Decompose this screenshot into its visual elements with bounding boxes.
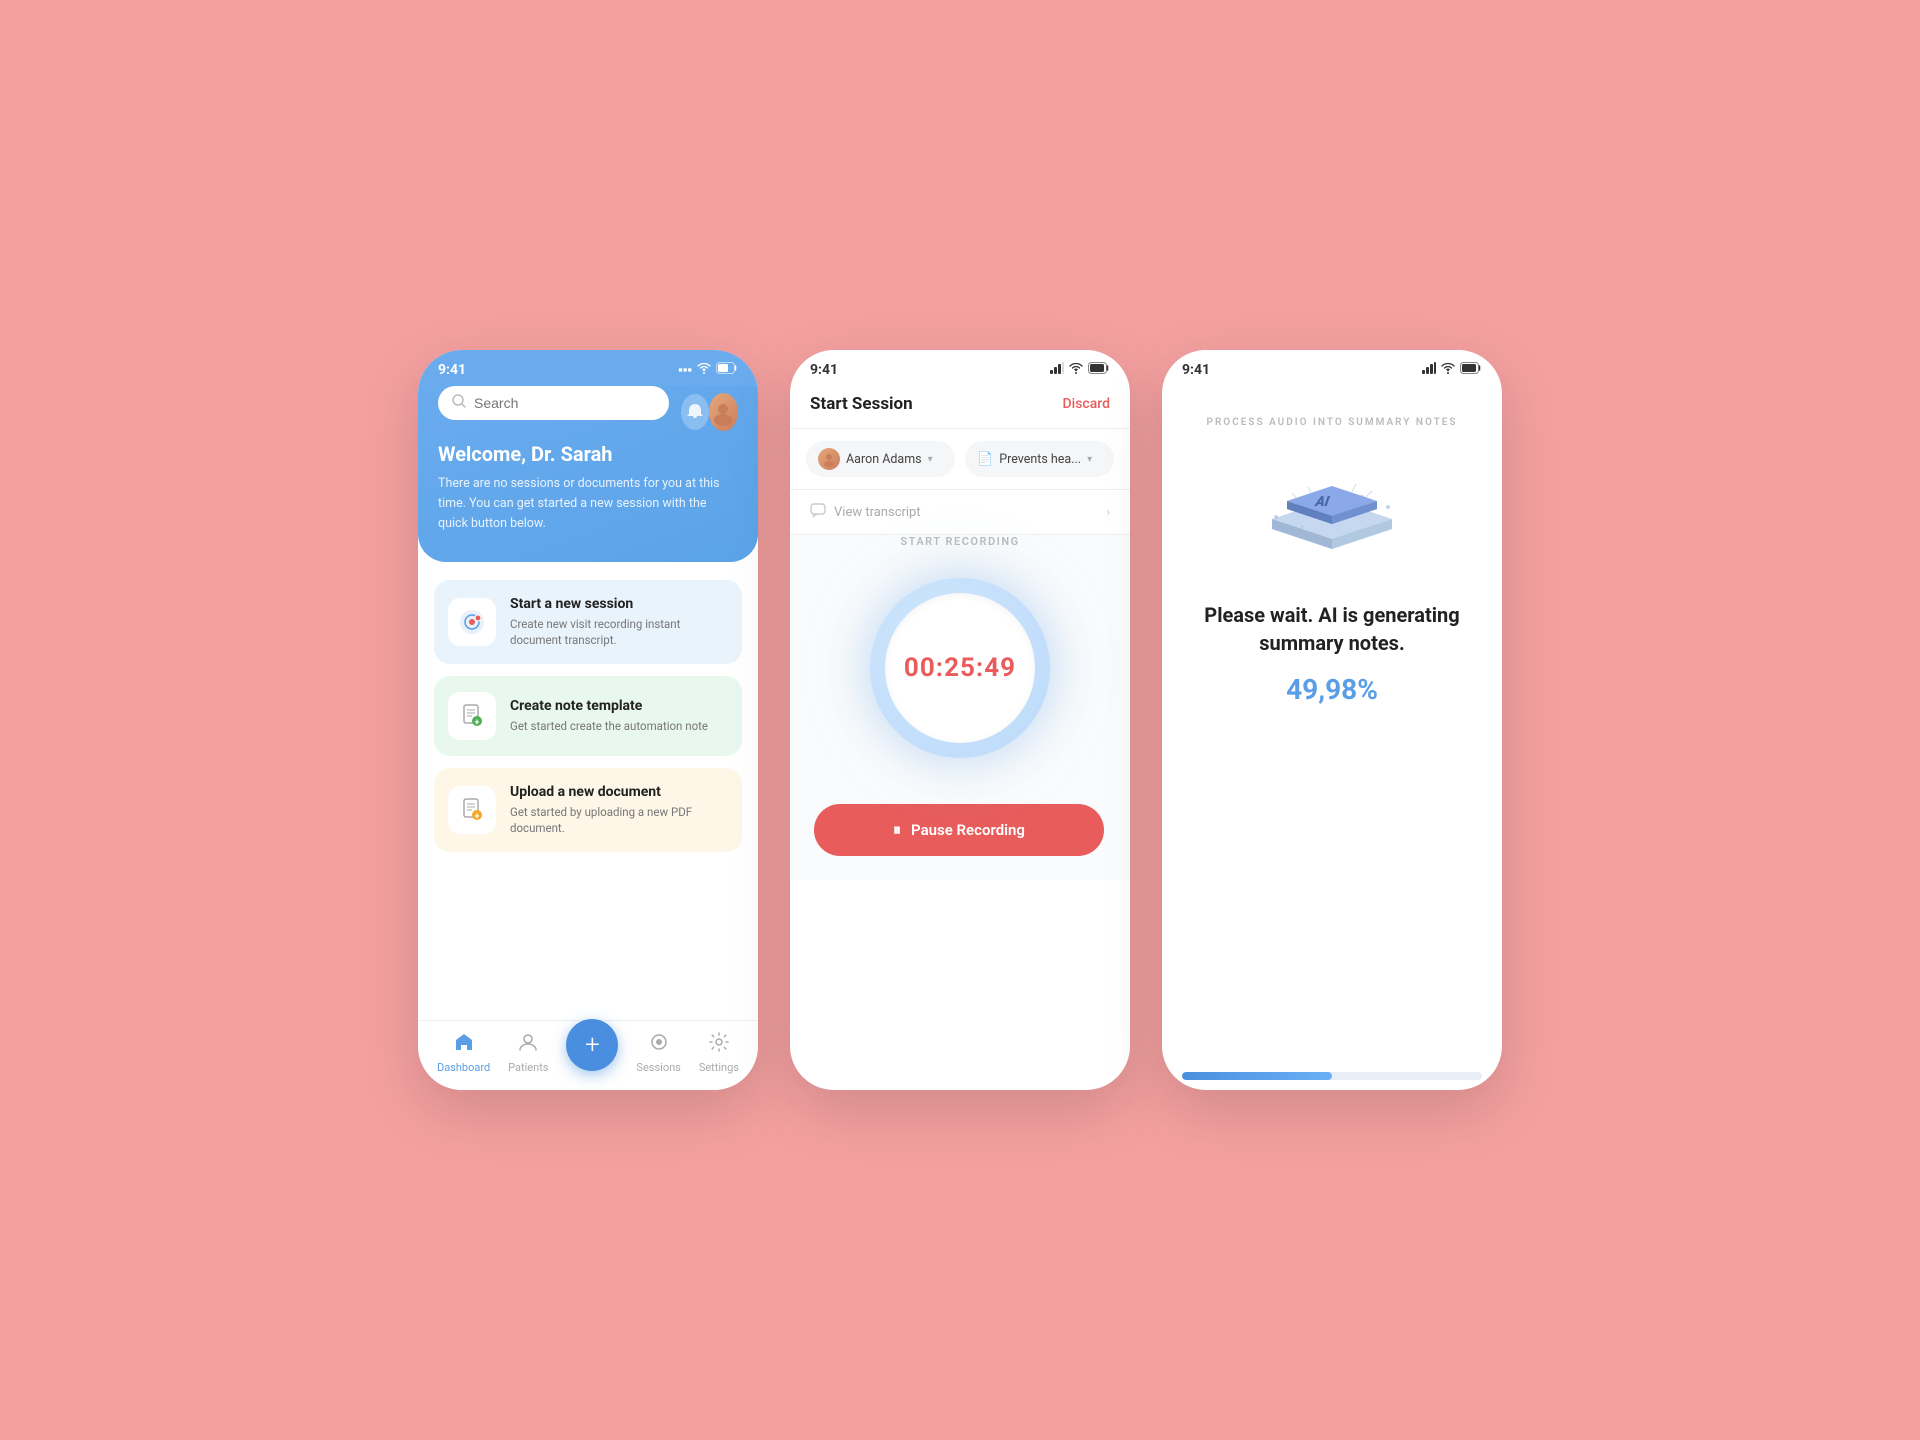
- card-upload-doc-text: Upload a new document Get started by upl…: [510, 784, 728, 836]
- status-icons-2: [1050, 362, 1110, 378]
- ai-percent: 49,98%: [1286, 673, 1378, 706]
- nav-dashboard[interactable]: Dashboard: [437, 1031, 490, 1074]
- signal-icon-3: [1422, 362, 1436, 378]
- wifi-icon-3: [1441, 363, 1455, 378]
- phone-recording: 9:41: [790, 350, 1130, 1090]
- signal-icon-2: [1050, 362, 1064, 378]
- transcript-link: View transcript: [810, 502, 921, 522]
- patient-chevron-icon: ▾: [928, 454, 933, 465]
- transcript-label: View transcript: [834, 505, 921, 520]
- nav-settings[interactable]: Settings: [699, 1031, 739, 1074]
- patients-icon: [517, 1031, 539, 1058]
- battery-icon-2: [1088, 362, 1110, 378]
- pause-recording-button[interactable]: ⏸ Pause Recording: [814, 804, 1104, 856]
- nav-sessions-label: Sessions: [636, 1061, 680, 1074]
- pause-icon: ⏸: [893, 820, 901, 840]
- bottom-nav: Dashboard Patients + Sessions: [418, 1020, 758, 1090]
- chat-icon: [810, 502, 826, 522]
- time-3: 9:41: [1182, 362, 1210, 378]
- session-icon-wrap: [448, 598, 496, 646]
- nav-patients[interactable]: Patients: [508, 1031, 548, 1074]
- card-new-session-text: Start a new session Create new visit rec…: [510, 596, 728, 648]
- pause-btn-area: ⏸ Pause Recording: [790, 788, 1130, 880]
- timer-display: 00:25:49: [904, 653, 1016, 683]
- avatar[interactable]: [709, 393, 738, 431]
- ai-illustration: AI: [1252, 449, 1412, 569]
- card-upload-doc-title: Upload a new document: [510, 784, 728, 800]
- bell-icon[interactable]: [681, 394, 709, 430]
- card-note-template[interactable]: + Create note template Get started creat…: [434, 676, 742, 756]
- transcript-row[interactable]: View transcript ›: [790, 490, 1130, 535]
- sessions-icon: [648, 1031, 670, 1058]
- wifi-icon: [697, 363, 711, 378]
- timer-inner: 00:25:49: [885, 593, 1035, 743]
- document-chevron-icon: ▾: [1087, 454, 1092, 465]
- progress-fill: [1182, 1072, 1332, 1080]
- svg-text:+: +: [475, 812, 480, 822]
- card-upload-doc[interactable]: + Upload a new document Get started by u…: [434, 768, 742, 852]
- status-bar-1: 9:41 ▪▪▪: [418, 350, 758, 386]
- status-bar-3: 9:41: [1162, 350, 1502, 386]
- cards-container: Start a new session Create new visit rec…: [418, 562, 758, 860]
- nav-settings-label: Settings: [699, 1061, 739, 1074]
- status-bar-2: 9:41: [790, 350, 1130, 386]
- card-new-session[interactable]: Start a new session Create new visit rec…: [434, 580, 742, 664]
- time-2: 9:41: [810, 362, 838, 378]
- session-controls: Aaron Adams ▾ 📄 Prevents hea... ▾: [790, 429, 1130, 490]
- session-header: Start Session Discard: [790, 386, 1130, 429]
- wifi-icon-2: [1069, 363, 1083, 378]
- document-name: Prevents hea...: [999, 452, 1081, 467]
- svg-text:+: +: [475, 718, 480, 728]
- status-icons-1: ▪▪▪: [678, 362, 738, 378]
- progress-bar: [1182, 1072, 1482, 1080]
- search-input[interactable]: [474, 395, 655, 411]
- document-icon: 📄: [977, 452, 993, 467]
- transcript-chevron-icon: ›: [1106, 505, 1110, 519]
- time-1: 9:41: [438, 362, 466, 378]
- session-title: Start Session: [810, 394, 913, 414]
- card-new-session-title: Start a new session: [510, 596, 728, 612]
- patient-avatar: [818, 448, 840, 470]
- settings-icon: [708, 1031, 730, 1058]
- card-note-template-text: Create note template Get started create …: [510, 698, 708, 734]
- upload-icon-wrap: +: [448, 786, 496, 834]
- search-icon: [452, 394, 466, 412]
- timer-outer: 00:25:49: [870, 578, 1050, 758]
- recording-label: START RECORDING: [900, 535, 1019, 548]
- recording-section: START RECORDING 00:25:49: [790, 535, 1130, 788]
- ai-waiting-text: Please wait. AI is generating summary no…: [1182, 601, 1482, 657]
- header-top: [438, 386, 738, 438]
- discard-button[interactable]: Discard: [1063, 396, 1110, 412]
- card-note-template-title: Create note template: [510, 698, 708, 714]
- battery-icon: [716, 362, 738, 378]
- welcome-subtitle: There are no sessions or documents for y…: [438, 474, 738, 534]
- note-icon-wrap: +: [448, 692, 496, 740]
- signal-icon: ▪▪▪: [678, 362, 692, 378]
- dashboard-icon: [453, 1031, 475, 1058]
- card-new-session-subtitle: Create new visit recording instant docum…: [510, 616, 728, 648]
- ai-screen: PROCESS AUDIO INTO SUMMARY NOTES: [1162, 386, 1502, 1090]
- phone-ai-processing: 9:41: [1162, 350, 1502, 1090]
- header-section: Welcome, Dr. Sarah There are no sessions…: [418, 386, 758, 562]
- nav-patients-label: Patients: [508, 1061, 548, 1074]
- battery-icon-3: [1460, 362, 1482, 378]
- nav-sessions[interactable]: Sessions: [636, 1031, 680, 1074]
- nav-dashboard-label: Dashboard: [437, 1061, 490, 1074]
- status-icons-3: [1422, 362, 1482, 378]
- pause-label: Pause Recording: [911, 821, 1025, 839]
- process-label: PROCESS AUDIO INTO SUMMARY NOTES: [1207, 417, 1458, 428]
- patient-dropdown[interactable]: Aaron Adams ▾: [806, 441, 955, 477]
- document-dropdown[interactable]: 📄 Prevents hea... ▾: [965, 441, 1114, 477]
- card-upload-doc-subtitle: Get started by uploading a new PDF docum…: [510, 804, 728, 836]
- search-bar[interactable]: [438, 386, 669, 420]
- patient-name: Aaron Adams: [846, 452, 922, 467]
- phone-dashboard: 9:41 ▪▪▪: [418, 350, 758, 1090]
- nav-add-button[interactable]: +: [566, 1019, 618, 1071]
- welcome-title: Welcome, Dr. Sarah: [438, 442, 738, 466]
- card-note-template-subtitle: Get started create the automation note: [510, 718, 708, 734]
